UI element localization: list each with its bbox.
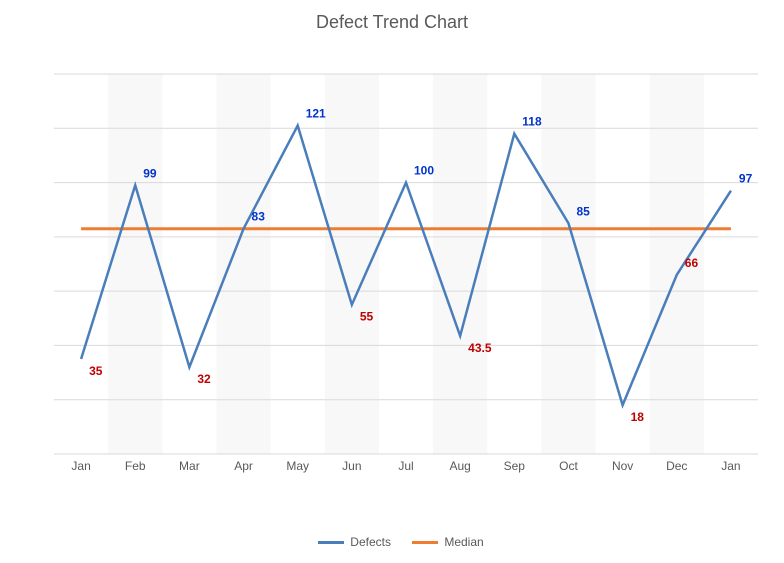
plot-area: 020406080100120140JanFebMarAprMayJunJulA… bbox=[54, 68, 766, 478]
svg-text:66: 66 bbox=[685, 256, 699, 270]
chart-svg: 020406080100120140JanFebMarAprMayJunJulA… bbox=[54, 68, 766, 478]
svg-text:Feb: Feb bbox=[125, 459, 146, 473]
legend-label-median: Median bbox=[444, 535, 483, 549]
defect-trend-chart: Defect Trend Chart 020406080100120140Jan… bbox=[0, 0, 784, 563]
svg-text:Aug: Aug bbox=[449, 459, 470, 473]
svg-text:35: 35 bbox=[89, 364, 103, 378]
svg-text:Jan: Jan bbox=[71, 459, 90, 473]
svg-text:100: 100 bbox=[414, 164, 434, 178]
svg-text:83: 83 bbox=[252, 210, 266, 224]
svg-text:Nov: Nov bbox=[612, 459, 633, 473]
legend: Defects Median bbox=[0, 534, 784, 549]
chart-title: Defect Trend Chart bbox=[0, 12, 784, 33]
svg-text:Mar: Mar bbox=[179, 459, 200, 473]
svg-text:Dec: Dec bbox=[666, 459, 687, 473]
svg-text:99: 99 bbox=[143, 166, 157, 180]
legend-swatch-defects bbox=[318, 541, 344, 544]
svg-text:43.5: 43.5 bbox=[468, 341, 492, 355]
svg-text:May: May bbox=[286, 459, 309, 473]
svg-text:Jul: Jul bbox=[398, 459, 413, 473]
svg-text:85: 85 bbox=[576, 204, 590, 218]
svg-text:97: 97 bbox=[739, 172, 753, 186]
legend-label-defects: Defects bbox=[350, 535, 391, 549]
svg-text:121: 121 bbox=[306, 107, 326, 121]
svg-text:Apr: Apr bbox=[234, 459, 253, 473]
svg-text:55: 55 bbox=[360, 310, 374, 324]
svg-text:Sep: Sep bbox=[504, 459, 526, 473]
svg-text:32: 32 bbox=[197, 372, 211, 386]
svg-text:118: 118 bbox=[522, 115, 542, 129]
legend-swatch-median bbox=[412, 541, 438, 544]
svg-text:18: 18 bbox=[631, 410, 645, 424]
svg-text:Jun: Jun bbox=[342, 459, 361, 473]
svg-text:Jan: Jan bbox=[721, 459, 740, 473]
svg-text:Oct: Oct bbox=[559, 459, 578, 473]
